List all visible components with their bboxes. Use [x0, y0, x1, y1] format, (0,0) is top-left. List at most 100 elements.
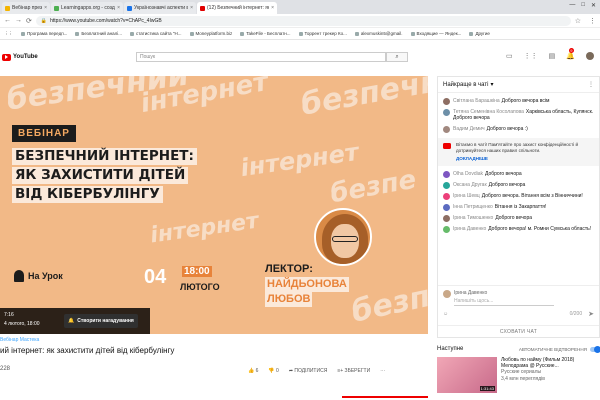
lock-icon: 🔒: [40, 17, 48, 24]
close-icon[interactable]: ×: [117, 5, 120, 11]
browser-tab[interactable]: Learningapps.org - создание м...×: [51, 2, 123, 14]
send-icon[interactable]: ➤: [588, 310, 594, 318]
lector-block: ЛЕКТОР: НАЙДЬОНОВА ЛЮБОВ: [265, 262, 349, 307]
notifications-icon[interactable]: 🔔 9: [566, 48, 575, 60]
share-button[interactable]: ➦ ПОДІЛИТИСЯ: [289, 368, 328, 374]
autoplay-toggle[interactable]: [590, 345, 600, 353]
emoji-icon[interactable]: ☺: [443, 311, 448, 317]
date-month: ЛЮТОГО: [180, 282, 220, 292]
chat-message: Ірина Тимошенко Доброго вечора: [438, 213, 599, 224]
back-icon[interactable]: ←: [4, 17, 11, 24]
message-author: Оксана Другак: [453, 181, 487, 188]
close-icon[interactable]: ×: [44, 5, 47, 11]
close-window-icon[interactable]: ✕: [591, 2, 596, 9]
apps-icon[interactable]: ⋮⋮: [524, 52, 538, 60]
bookmark-item[interactable]: Другие: [469, 31, 490, 36]
message-body: Інна Петрищенко Вітання із Закарпаття!: [453, 204, 546, 211]
learn-more-link[interactable]: ДОКЛАДНІШЕ: [456, 156, 594, 162]
maximize-icon[interactable]: □: [581, 2, 585, 9]
account-avatar[interactable]: [586, 52, 594, 60]
event-time: 18:00: [182, 266, 212, 277]
background-word: інтернет: [238, 137, 361, 183]
search-input[interactable]: Пошук: [136, 52, 386, 62]
bookmark-item[interactable]: Moneyplatform.biz: [189, 31, 233, 36]
save-button[interactable]: ≡+ ЗБЕРЕГТИ: [337, 368, 370, 374]
video-thumbnail[interactable]: 1:31:43: [437, 357, 497, 393]
autoplay-control[interactable]: АВТОМАТИЧНЕ ВІДТВОРЕННЯ: [519, 345, 600, 353]
browser-tab[interactable]: Українознавчі аспекти викладі...×: [124, 2, 196, 14]
message-text: Доброго вечора: [485, 170, 522, 177]
tab-title: Learningapps.org - создание м...: [61, 5, 115, 11]
youtube-logo[interactable]: YouTube: [2, 53, 38, 61]
chevron-down-icon: ▾: [490, 82, 494, 88]
glasses-shape: [332, 236, 358, 242]
bookmark-item[interactable]: Безплатний аналі...: [75, 31, 122, 36]
close-icon[interactable]: ×: [190, 5, 193, 11]
message-author: Ірина Шевц: [453, 192, 480, 199]
user-avatar: [443, 290, 451, 298]
dislike-button[interactable]: 👎 0: [268, 368, 278, 374]
bookmark-item[interactable]: Входящие — Яндек...: [410, 31, 461, 36]
bookmark-item[interactable]: alexmuskin5@gmail.: [354, 31, 403, 36]
browser-tab[interactable]: Вебінар презентація×: [2, 2, 50, 14]
chat-header-label: Найкраще в чаті: [443, 81, 489, 88]
card-title[interactable]: Любовь по найму (Фильм 2018) Мелодрама @…: [501, 357, 600, 369]
bookmark-item[interactable]: Програма передп...: [21, 31, 67, 36]
naurok-brand: На Урок: [14, 270, 63, 282]
messages-icon[interactable]: ▤: [549, 52, 556, 60]
bookmark-item[interactable]: TakeFile - Бесплатн...: [240, 31, 291, 36]
like-button[interactable]: 👍 6: [248, 368, 258, 374]
avatar: [443, 98, 450, 105]
more-icon[interactable]: ⋯: [380, 368, 385, 374]
star-icon[interactable]: ☆: [575, 17, 581, 25]
remind-button[interactable]: 🔔 Створити нагадування: [64, 314, 138, 328]
chat-user-name: Ірина Давенко: [454, 290, 488, 296]
chat-message: Olha Dovdiak Доброго вечора: [438, 169, 599, 180]
up-next: Наступне АВТОМАТИЧНЕ ВІДТВОРЕННЯ 1:31:43…: [437, 345, 600, 400]
reload-icon[interactable]: ⟳: [26, 17, 32, 25]
video-player[interactable]: безпечний інтернет безпе інтернет безпечний і…: [0, 76, 428, 334]
video-duration: 1:31:43: [479, 386, 495, 391]
apps-icon[interactable]: ⋮⋮: [4, 31, 13, 37]
tab-title: (12) Безпечний інтернет: як захи...: [207, 5, 269, 11]
message-body: Olha Dovdiak Доброго вечора: [453, 171, 522, 178]
bookmark-favicon-icon: [240, 31, 245, 36]
chat-input[interactable]: Напишіть щось...: [454, 298, 554, 306]
minimize-icon[interactable]: —: [569, 2, 575, 9]
search-placeholder: Пошук: [140, 54, 156, 60]
thumb-down-icon: 👎: [268, 368, 275, 374]
video-actions: 👍 6 👎 0 ➦ ПОДІЛИТИСЯ ≡+ ЗБЕРЕГТИ ⋯: [248, 368, 385, 374]
message-body: Тетяна Семенівна Косолапова Харківська об…: [453, 109, 594, 122]
video-poster-title: БЕЗПЕЧНИЙ ІНТЕРНЕТ: ЯК ЗАХИСТИТИ ДІТЕЙ В…: [12, 148, 212, 205]
create-video-icon[interactable]: ▭: [506, 52, 513, 60]
save-label: ЗБЕРЕГТИ: [344, 368, 371, 374]
url-input[interactable]: 🔒 https://www.youtube.com/watch?v=ChAPc_…: [35, 15, 571, 26]
close-icon[interactable]: ×: [271, 5, 274, 11]
bookmark-item[interactable]: статистика сайта "Н...: [129, 31, 182, 36]
chat-input-row: ☺ 0/200 ➤: [443, 310, 594, 318]
browser-tab[interactable]: (12) Безпечний інтернет: як захи...×: [197, 2, 277, 14]
bookmark-label: Moneyplatform.biz: [195, 31, 233, 36]
message-text: Доброго вечора: [488, 181, 526, 188]
up-next-card[interactable]: 1:31:43 Любовь по найму (Фильм 2018) Мел…: [437, 357, 600, 393]
message-author: Тетяна Семенівна Косолапова: [453, 109, 524, 115]
bookmark-item[interactable]: Торрент трекер Ко...: [298, 31, 347, 36]
channel-link[interactable]: Вебінар Мастека: [0, 337, 39, 343]
forward-icon[interactable]: →: [15, 17, 22, 24]
chat-message: Ірина Давенко Доброго вечора! м. Ромни Су…: [438, 224, 599, 235]
share-icon: ➦: [288, 368, 294, 374]
video-info: Вебінар Мастека ий інтернет: як захистит…: [0, 334, 430, 400]
url-text: https://www.youtube.com/watch?v=ChAPc_4I…: [50, 17, 162, 24]
message-author: Ірина Тимошенко: [453, 214, 494, 221]
search-button[interactable]: ⌕: [386, 52, 408, 62]
hide-chat-button[interactable]: СХОВАТИ ЧАТ: [438, 325, 599, 337]
webinar-label: ВЕБІНАР: [12, 125, 76, 142]
window-controls: — □ ✕: [565, 2, 600, 12]
youtube-header: YouTube Пошук ⌕ ▭ ⋮⋮ ▤ 🔔 9: [0, 40, 600, 74]
menu-icon[interactable]: ⋮: [589, 17, 596, 25]
chat-header[interactable]: Найкраще в чаті ▾ ⋮: [438, 77, 599, 93]
more-icon[interactable]: ⋮: [588, 81, 594, 88]
dislike-count: 0: [276, 368, 279, 374]
playlist-add-icon: ≡+: [337, 368, 344, 374]
message-body: Ірина Шевц Доброго вечора. Вітання всім з…: [453, 193, 583, 200]
